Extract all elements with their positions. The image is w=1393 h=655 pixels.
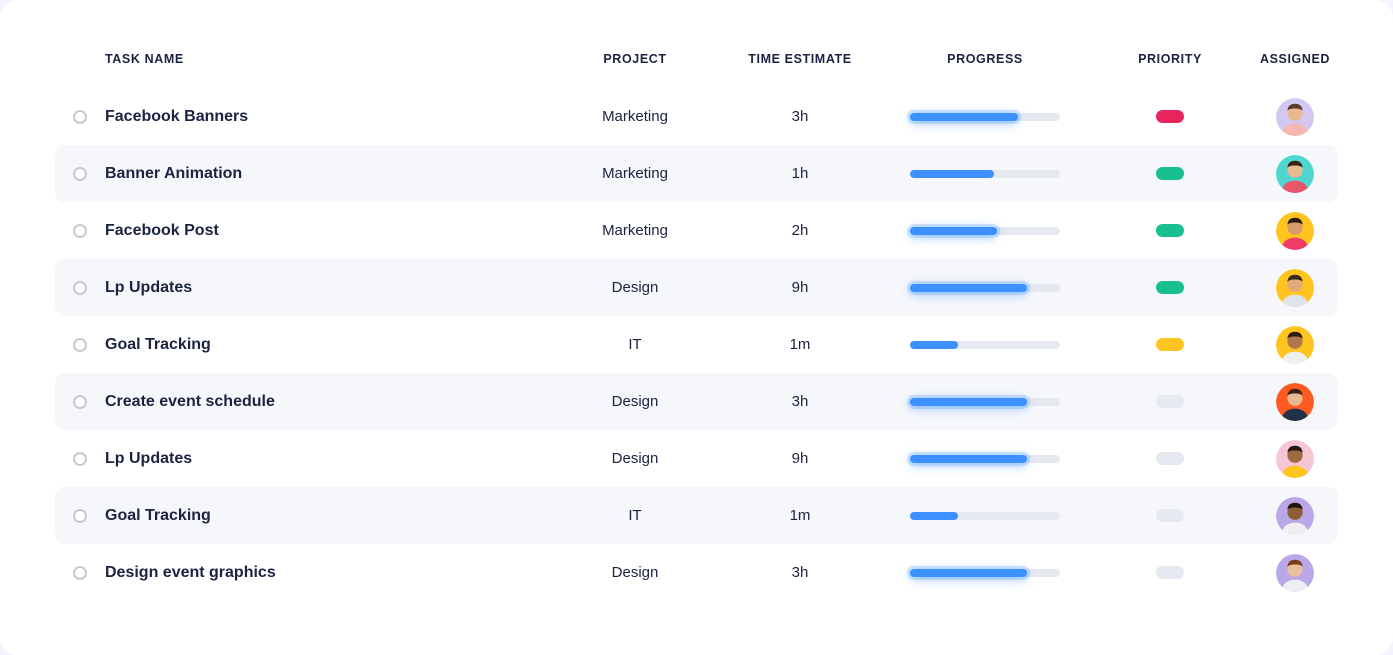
task-project: Marketing <box>545 165 725 182</box>
priority-pill[interactable] <box>1156 395 1184 408</box>
avatar[interactable] <box>1276 383 1314 421</box>
priority-pill[interactable] <box>1156 110 1184 123</box>
table-row[interactable]: Goal Tracking IT 1m <box>55 487 1338 544</box>
task-time-estimate: 1h <box>725 165 875 182</box>
row-select-radio[interactable] <box>73 566 87 580</box>
task-name: Design event graphics <box>105 564 545 582</box>
col-assigned: ASSIGNED <box>1245 52 1345 66</box>
task-time-estimate: 2h <box>725 222 875 239</box>
task-progress[interactable] <box>875 113 1095 121</box>
row-select-radio[interactable] <box>73 110 87 124</box>
task-table: TASK NAME PROJECT TIME ESTIMATE PROGRESS… <box>55 40 1338 601</box>
table-header: TASK NAME PROJECT TIME ESTIMATE PROGRESS… <box>55 40 1338 88</box>
task-name: Goal Tracking <box>105 507 545 525</box>
avatar[interactable] <box>1276 554 1314 592</box>
avatar[interactable] <box>1276 326 1314 364</box>
priority-pill[interactable] <box>1156 452 1184 465</box>
task-project: IT <box>545 336 725 353</box>
row-select-radio[interactable] <box>73 338 87 352</box>
task-time-estimate: 3h <box>725 564 875 581</box>
task-progress[interactable] <box>875 398 1095 406</box>
table-row[interactable]: Goal Tracking IT 1m <box>55 316 1338 373</box>
task-name: Lp Updates <box>105 450 545 468</box>
task-progress[interactable] <box>875 512 1095 520</box>
task-project: Design <box>545 393 725 410</box>
task-project: Design <box>545 450 725 467</box>
task-progress[interactable] <box>875 170 1095 178</box>
row-select-radio[interactable] <box>73 395 87 409</box>
task-time-estimate: 3h <box>725 393 875 410</box>
task-time-estimate: 1m <box>725 507 875 524</box>
task-table-panel: TASK NAME PROJECT TIME ESTIMATE PROGRESS… <box>0 0 1393 655</box>
avatar[interactable] <box>1276 269 1314 307</box>
task-progress[interactable] <box>875 284 1095 292</box>
task-name: Create event schedule <box>105 393 545 411</box>
task-time-estimate: 9h <box>725 450 875 467</box>
avatar[interactable] <box>1276 155 1314 193</box>
task-time-estimate: 1m <box>725 336 875 353</box>
task-time-estimate: 3h <box>725 108 875 125</box>
task-progress[interactable] <box>875 227 1095 235</box>
row-select-radio[interactable] <box>73 509 87 523</box>
table-row[interactable]: Facebook Post Marketing 2h <box>55 202 1338 259</box>
row-select-radio[interactable] <box>73 281 87 295</box>
task-time-estimate: 9h <box>725 279 875 296</box>
task-name: Facebook Banners <box>105 108 545 126</box>
col-time-estimate: TIME ESTIMATE <box>725 52 875 66</box>
task-project: Marketing <box>545 108 725 125</box>
task-name: Goal Tracking <box>105 336 545 354</box>
table-row[interactable]: Lp Updates Design 9h <box>55 430 1338 487</box>
row-select-radio[interactable] <box>73 167 87 181</box>
priority-pill[interactable] <box>1156 509 1184 522</box>
task-progress[interactable] <box>875 341 1095 349</box>
task-project: Design <box>545 279 725 296</box>
task-project: Design <box>545 564 725 581</box>
task-project: IT <box>545 507 725 524</box>
avatar[interactable] <box>1276 497 1314 535</box>
col-task-name: TASK NAME <box>105 52 545 66</box>
task-name: Facebook Post <box>105 222 545 240</box>
table-row[interactable]: Design event graphics Design 3h <box>55 544 1338 601</box>
priority-pill[interactable] <box>1156 566 1184 579</box>
avatar[interactable] <box>1276 98 1314 136</box>
priority-pill[interactable] <box>1156 224 1184 237</box>
priority-pill[interactable] <box>1156 281 1184 294</box>
col-project: PROJECT <box>545 52 725 66</box>
col-priority: PRIORITY <box>1095 52 1245 66</box>
task-progress[interactable] <box>875 455 1095 463</box>
table-row[interactable]: Banner Animation Marketing 1h <box>55 145 1338 202</box>
task-name: Banner Animation <box>105 165 545 183</box>
table-row[interactable]: Facebook Banners Marketing 3h <box>55 88 1338 145</box>
row-select-radio[interactable] <box>73 224 87 238</box>
task-name: Lp Updates <box>105 279 545 297</box>
task-project: Marketing <box>545 222 725 239</box>
priority-pill[interactable] <box>1156 167 1184 180</box>
priority-pill[interactable] <box>1156 338 1184 351</box>
col-progress: PROGRESS <box>875 52 1095 66</box>
avatar[interactable] <box>1276 440 1314 478</box>
row-select-radio[interactable] <box>73 452 87 466</box>
table-row[interactable]: Create event schedule Design 3h <box>55 373 1338 430</box>
task-progress[interactable] <box>875 569 1095 577</box>
table-row[interactable]: Lp Updates Design 9h <box>55 259 1338 316</box>
avatar[interactable] <box>1276 212 1314 250</box>
